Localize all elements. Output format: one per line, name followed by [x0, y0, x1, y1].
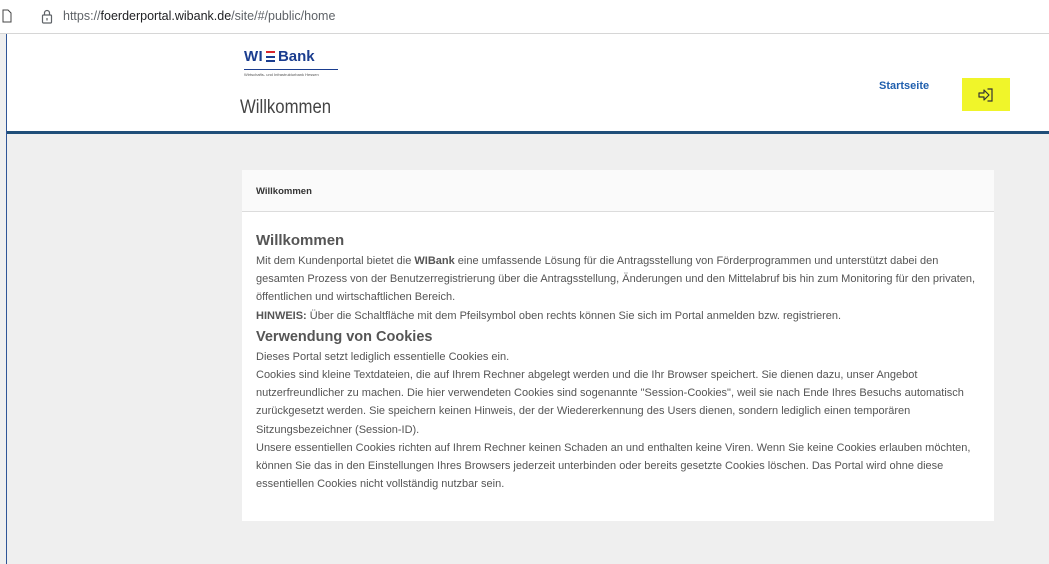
page-icon	[2, 9, 12, 23]
hint-paragraph: HINWEIS: Über die Schaltfläche mit dem P…	[256, 307, 984, 325]
logo-bars-icon	[265, 51, 275, 62]
login-arrow-icon	[978, 87, 993, 102]
url-prefix: https://	[63, 9, 101, 23]
login-button[interactable]	[962, 78, 1010, 111]
url-host: foerderportal.wibank.de	[100, 9, 232, 23]
logo-rule	[244, 69, 338, 70]
page-left-border	[6, 134, 7, 564]
panel-body: Willkommen Mit dem Kundenportal bietet d…	[256, 232, 984, 493]
cookies-line1: Dieses Portal setzt lediglich essentiell…	[256, 350, 510, 363]
url-path: /site/#/public/home	[231, 9, 336, 23]
hint-label: HINWEIS:	[256, 309, 307, 322]
cookies-heading: Verwendung von Cookies	[256, 328, 433, 345]
panel-header: Willkommen	[242, 170, 994, 212]
logo-subtitle: Wirtschafts- und Infrastrukturbank Hesse…	[244, 72, 319, 77]
site-header: WI Bank Wirtschafts- und Infrastrukturban…	[6, 34, 1049, 134]
logo-text-bank: Bank	[277, 48, 315, 65]
cookies-paragraph-3: Unsere essentiellen Cookies richten auf …	[256, 441, 971, 491]
intro-text-start: Mit dem Kundenportal bietet die	[256, 255, 415, 267]
wibank-logo[interactable]: WI Bank Wirtschafts- und Infrastrukturban…	[244, 48, 338, 77]
welcome-heading: Willkommen	[256, 232, 345, 249]
panel-header-label: Willkommen	[256, 186, 312, 197]
browser-address-bar[interactable]: https://foerderportal.wibank.de/site/#/p…	[0, 0, 1049, 34]
hint-text: Über die Schaltfläche mit dem Pfeilsymbo…	[306, 309, 842, 322]
intro-brand: WIBank	[414, 255, 455, 267]
lock-icon[interactable]	[40, 9, 54, 24]
nav-startseite-link[interactable]: Startseite	[879, 80, 929, 92]
header-divider	[7, 131, 1049, 134]
page-title: Willkommen	[240, 97, 332, 118]
welcome-panel: Willkommen Willkommen Mit dem Kundenport…	[242, 170, 994, 521]
cookies-paragraph-2: Cookies sind kleine Textdateien, die auf…	[256, 369, 964, 436]
url-text[interactable]: https://foerderportal.wibank.de/site/#/p…	[63, 9, 335, 23]
intro-paragraph: Mit dem Kundenportal bietet die WIBank e…	[256, 252, 984, 307]
logo-text-wi: WI	[244, 48, 263, 65]
